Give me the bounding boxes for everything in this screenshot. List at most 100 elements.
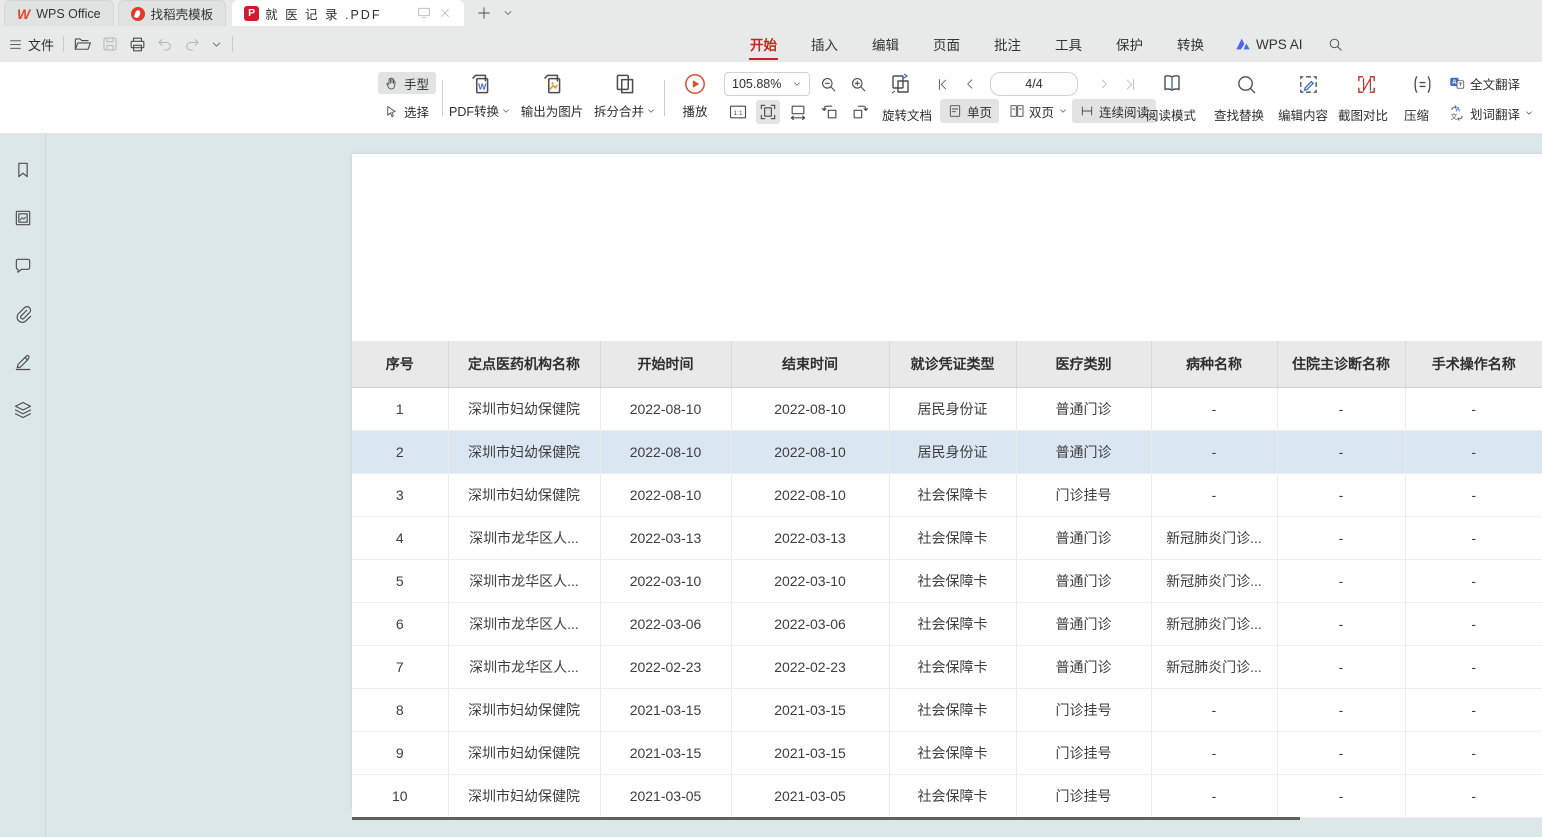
split-merge-button[interactable]: 拆分合并 (592, 71, 658, 120)
double-page-label: 双页 (1029, 102, 1054, 121)
table-cell: - (1405, 602, 1542, 645)
redo-icon[interactable] (183, 35, 201, 53)
edit-content-icon[interactable] (1294, 70, 1322, 98)
find-replace-label[interactable]: 查找替换 (1214, 105, 1264, 124)
rotate-right-button[interactable] (848, 100, 872, 124)
fit-page-button[interactable] (786, 100, 810, 124)
table-cell: 深圳市龙华区人... (448, 516, 600, 559)
read-mode-icon[interactable] (1158, 70, 1186, 98)
comment-panel-icon[interactable] (9, 252, 37, 280)
tab-wps-office[interactable]: W WPS Office (4, 0, 114, 26)
table-cell: 社会保障卡 (889, 688, 1016, 731)
table-cell: 深圳市龙华区人... (448, 602, 600, 645)
select-tool-button[interactable]: 选择 (378, 100, 436, 122)
table-cell: 普通门诊 (1016, 602, 1151, 645)
menu-tab-convert[interactable]: 转换 (1160, 26, 1221, 62)
signature-panel-icon[interactable] (9, 348, 37, 376)
continuous-reading-button[interactable]: 连续阅读 (1072, 99, 1156, 123)
table-cell: 普通门诊 (1016, 387, 1151, 430)
table-row: 4深圳市龙华区人...2022-03-132022-03-13社会保障卡普通门诊… (352, 516, 1542, 559)
replace-pages-icon[interactable] (886, 70, 916, 98)
hand-icon (384, 76, 399, 91)
wps-ai-label: WPS AI (1256, 37, 1303, 52)
table-cell: 2022-08-10 (600, 473, 731, 516)
menu-tab-comment[interactable]: 批注 (977, 26, 1038, 62)
hand-tool-button[interactable]: 手型 (378, 72, 436, 94)
print-icon[interactable] (128, 35, 147, 54)
fit-width-button[interactable] (756, 100, 780, 124)
zoom-out-button[interactable] (816, 72, 840, 96)
new-tab-icon[interactable] (476, 5, 492, 21)
find-replace-icon[interactable] (1232, 70, 1260, 98)
screenshot-compare-icon[interactable] (1352, 70, 1380, 98)
records-table-body: 1深圳市妇幼保健院2022-08-102022-08-10居民身份证普通门诊--… (352, 387, 1542, 817)
table-horizontal-scrollbar[interactable] (352, 817, 1300, 820)
previous-page-button[interactable] (958, 72, 982, 96)
menu-tab-home[interactable]: 开始 (733, 26, 794, 62)
menu-tab-page[interactable]: 页面 (916, 26, 977, 62)
compress-label[interactable]: 压缩 (1404, 105, 1429, 124)
table-cell: - (1277, 430, 1405, 473)
last-page-button[interactable] (1118, 72, 1142, 96)
menu-tab-insert[interactable]: 插入 (794, 26, 855, 62)
table-cell: - (1151, 473, 1277, 516)
table-cell: 1 (352, 387, 448, 430)
rotate-doc-label[interactable]: 旋转文档 (882, 105, 932, 124)
table-cell: - (1151, 387, 1277, 430)
first-page-button[interactable] (930, 72, 954, 96)
menu-search-icon[interactable] (1317, 36, 1354, 53)
menu-tab-edit[interactable]: 编辑 (855, 26, 916, 62)
export-image-icon (539, 71, 565, 97)
undo-icon[interactable] (156, 35, 174, 53)
full-translate-button[interactable]: A 全文翻译 (1446, 71, 1522, 95)
close-tab-icon[interactable] (438, 6, 452, 20)
tab-docer-templates[interactable]: 找稻壳模板 (118, 0, 227, 26)
zoom-level-select[interactable]: 105.88% (724, 72, 810, 96)
menu-tab-tools[interactable]: 工具 (1038, 26, 1099, 62)
table-cell: 深圳市妇幼保健院 (448, 688, 600, 731)
chevron-down-icon (792, 79, 802, 89)
open-file-icon[interactable] (73, 35, 92, 54)
layers-panel-icon[interactable] (9, 396, 37, 424)
pdf-page[interactable]: 序号定点医药机构名称开始时间结束时间就诊凭证类型医疗类别病种名称住院主诊断名称手… (352, 154, 1542, 809)
actual-size-button[interactable]: 1:1 (726, 100, 750, 124)
table-cell: 社会保障卡 (889, 731, 1016, 774)
page-number-input[interactable] (990, 72, 1078, 96)
tab-pdf-document[interactable]: P 就 医 记 录 .PDF (232, 0, 464, 26)
rotate-left-button[interactable] (818, 100, 842, 124)
play-slideshow-button[interactable]: 播放 (676, 71, 714, 120)
tab-label: 就 医 记 录 .PDF (265, 4, 381, 23)
save-icon[interactable] (101, 35, 119, 53)
table-cell: 2022-03-13 (731, 516, 889, 559)
ribbon-toolbar: 手型 选择 W PDF转换 输出为图片 拆分合并 播放 (0, 62, 1542, 134)
double-page-button[interactable]: 双页 (1002, 99, 1075, 123)
monitor-icon[interactable] (416, 5, 432, 21)
next-page-button[interactable] (1092, 72, 1116, 96)
bookmark-panel-icon[interactable] (9, 156, 37, 184)
edit-content-label[interactable]: 编辑内容 (1278, 105, 1328, 124)
table-cell: 门诊挂号 (1016, 473, 1151, 516)
attachment-panel-icon[interactable] (9, 300, 37, 328)
read-mode-label[interactable]: 阅读模式 (1146, 105, 1196, 124)
word-translate-button[interactable]: A 文 划词翻译 (1446, 101, 1536, 125)
compress-icon[interactable] (1408, 70, 1436, 98)
file-menu-button[interactable]: 文件 (8, 35, 54, 54)
table-cell: - (1277, 602, 1405, 645)
thumbnails-panel-icon[interactable] (9, 204, 37, 232)
pdf-canvas[interactable]: 序号定点医药机构名称开始时间结束时间就诊凭证类型医疗类别病种名称住院主诊断名称手… (46, 134, 1542, 837)
single-page-button[interactable]: 单页 (940, 99, 999, 123)
zoom-in-button[interactable] (846, 72, 870, 96)
tab-list-chevron-icon[interactable] (502, 7, 514, 19)
table-cell: 新冠肺炎门诊... (1151, 559, 1277, 602)
pdf-convert-button[interactable]: W PDF转换 (448, 71, 512, 120)
table-cell: 7 (352, 645, 448, 688)
table-cell: 居民身份证 (889, 430, 1016, 473)
screenshot-compare-label[interactable]: 截图对比 (1338, 105, 1388, 124)
menu-tab-protect[interactable]: 保护 (1099, 26, 1160, 62)
table-cell: 社会保障卡 (889, 645, 1016, 688)
export-image-button[interactable]: 输出为图片 (517, 71, 587, 120)
more-actions-chevron-icon[interactable] (210, 38, 223, 51)
medical-records-table: 序号定点医药机构名称开始时间结束时间就诊凭证类型医疗类别病种名称住院主诊断名称手… (352, 341, 1542, 818)
menu-tab-wps-ai[interactable]: WPS AI (1221, 37, 1317, 52)
table-row: 9深圳市妇幼保健院2021-03-152021-03-15社会保障卡门诊挂号--… (352, 731, 1542, 774)
